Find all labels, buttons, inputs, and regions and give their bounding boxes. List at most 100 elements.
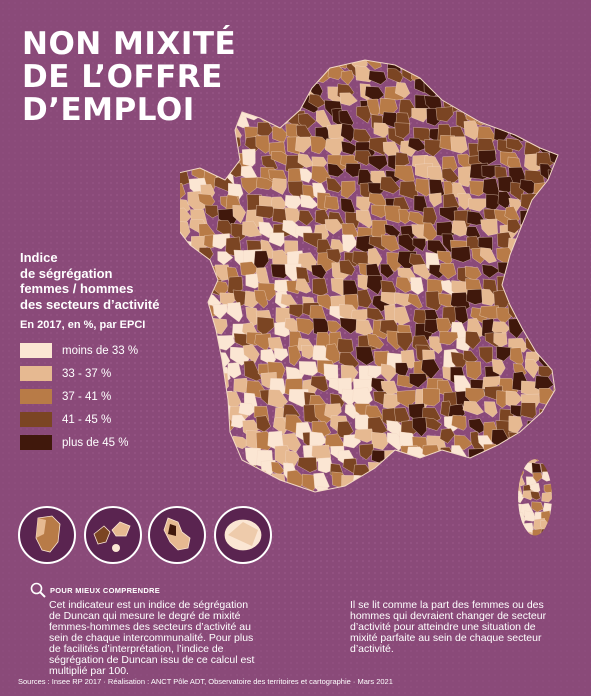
epci-area (380, 460, 397, 479)
epci-area (191, 333, 208, 349)
epci-area (468, 83, 489, 103)
epci-area (549, 459, 552, 471)
epci-area (198, 247, 214, 263)
explanatory-note: POUR MIEUX COMPRENDRE Cet indicateur est… (30, 582, 550, 677)
epci-area (271, 178, 287, 195)
legend-swatch (20, 389, 52, 404)
epci-area (215, 65, 236, 81)
epci-area (422, 388, 440, 407)
epci-area (422, 207, 438, 226)
epci-area (548, 519, 552, 531)
epci-area (478, 346, 493, 364)
epci-area (423, 60, 438, 71)
epci-area (527, 93, 542, 113)
epci-area (387, 68, 405, 84)
inset-guyane (18, 506, 76, 564)
epci-area (204, 204, 219, 219)
corsica-island (518, 459, 565, 536)
epci-area (523, 264, 540, 283)
epci-area (299, 168, 314, 183)
epci-area (437, 458, 458, 474)
epci-area (200, 415, 214, 436)
epci-area (340, 180, 356, 199)
epci-area (538, 225, 558, 240)
epci-area (212, 486, 233, 492)
epci-area (233, 464, 254, 483)
epci-area (407, 293, 423, 309)
inset-la-reunion (214, 506, 272, 564)
epci-area (231, 487, 247, 492)
epci-area (539, 82, 554, 102)
epci-area (204, 60, 219, 78)
legend-item: 37 - 41 % (20, 385, 190, 408)
epci-area (198, 463, 218, 480)
epci-area (180, 81, 188, 96)
epci-area (187, 464, 204, 482)
epci-area (243, 67, 262, 82)
epci-area (180, 134, 189, 150)
epci-area (508, 431, 527, 447)
legend-title-line: de ségrégation (20, 265, 113, 281)
epci-area (355, 209, 373, 229)
epci-area (370, 473, 390, 490)
epci-area (352, 475, 372, 492)
epci-area (549, 196, 558, 214)
epci-area (554, 249, 558, 270)
epci-area (394, 151, 410, 167)
epci-area (281, 489, 297, 492)
epci-area (518, 529, 523, 536)
epci-area (481, 264, 501, 279)
epci-area (536, 250, 553, 266)
epci-area (435, 106, 454, 122)
inset-martinique (148, 506, 206, 564)
epci-area (513, 72, 534, 92)
epci-area (554, 121, 558, 140)
epci-area (397, 473, 415, 491)
epci-area (205, 125, 223, 141)
epci-area (533, 333, 550, 347)
epci-area (438, 79, 456, 101)
epci-area (443, 475, 460, 492)
epci-area (552, 503, 565, 515)
epci-area (384, 483, 404, 492)
epci-area (342, 486, 358, 492)
epci-area (368, 155, 388, 171)
epci-area (554, 472, 565, 482)
epci-area (180, 60, 190, 73)
epci-area (368, 70, 387, 85)
epci-area (469, 60, 489, 66)
epci-area (399, 489, 418, 492)
epci-area (533, 238, 553, 252)
epci-area (525, 358, 540, 379)
epci-area (187, 306, 208, 326)
epci-area (198, 450, 215, 467)
epci-area (494, 84, 514, 101)
epci-area (201, 360, 217, 375)
epci-area (203, 391, 222, 409)
epci-area (548, 429, 558, 449)
epci-area (537, 429, 556, 450)
note-text-right: Il se lit comme la part des femmes ou de… (350, 599, 547, 655)
epci-area (553, 372, 558, 393)
epci-area (526, 430, 542, 448)
epci-area (551, 349, 558, 368)
epci-area (537, 205, 554, 219)
epci-area (541, 275, 557, 293)
epci-area (509, 108, 524, 123)
epci-area (211, 318, 228, 335)
epci-area (553, 364, 558, 378)
legend-title: Indice de ségrégation femmes / hommes de… (20, 250, 190, 312)
epci-area (269, 71, 283, 89)
epci-area (214, 460, 233, 481)
epci-area (547, 169, 558, 189)
epci-area (180, 456, 189, 476)
epci-area (555, 176, 558, 196)
epci-area (282, 83, 301, 98)
epci-area (483, 443, 504, 460)
epci-area (537, 194, 556, 209)
legend-label: 37 - 41 % (62, 390, 112, 403)
epci-area (316, 60, 333, 70)
epci-area (274, 348, 289, 362)
legend-subtitle: En 2017, en %, par EPCI (20, 319, 146, 331)
epci-area (410, 277, 424, 295)
